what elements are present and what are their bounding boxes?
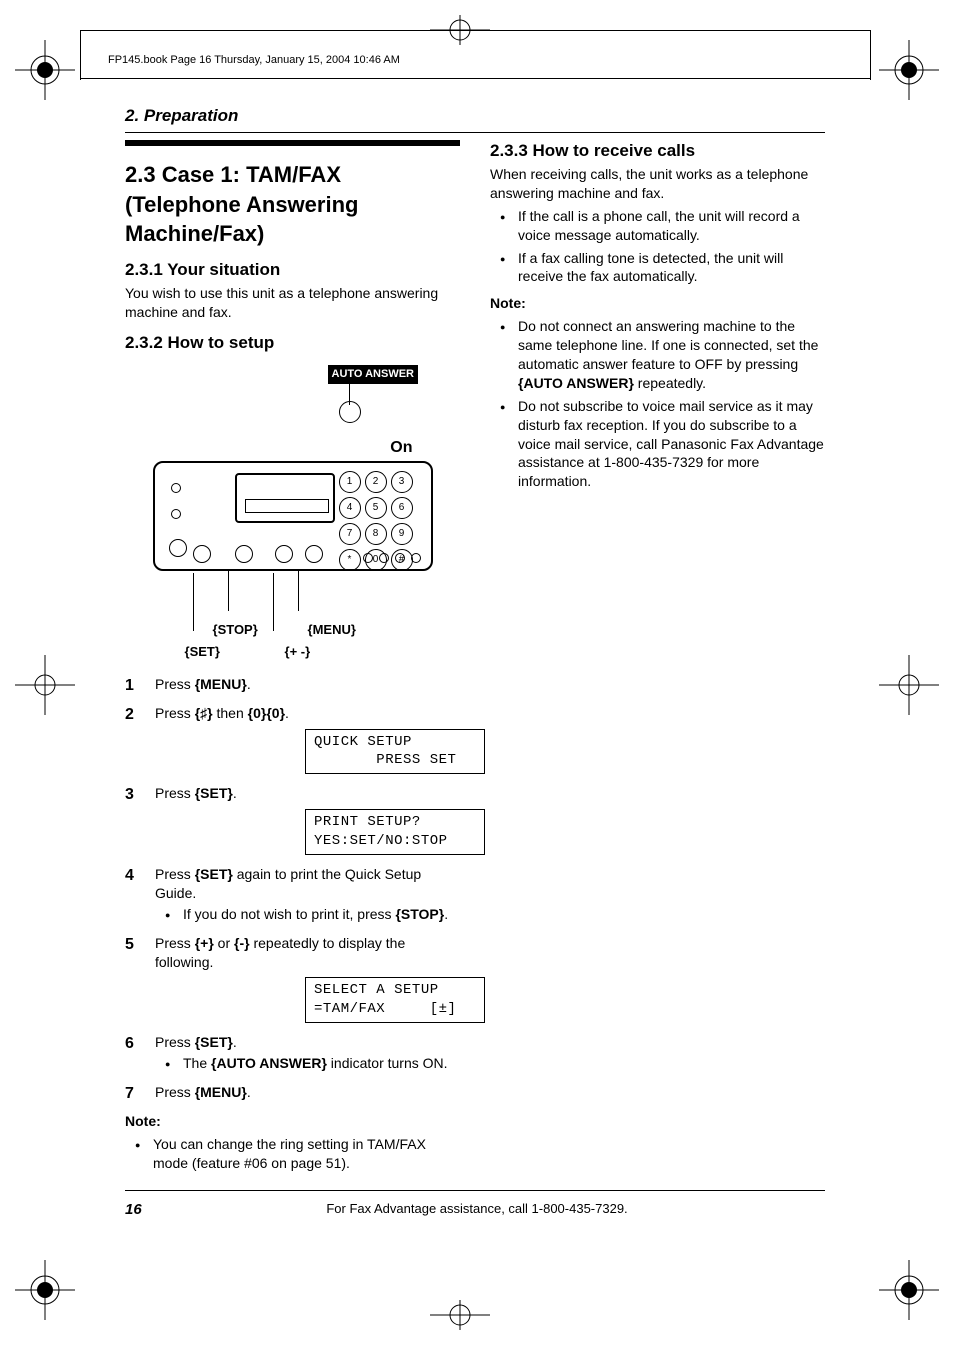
- section-title: 2.3 Case 1: TAM/FAX (Telephone Answering…: [125, 160, 460, 249]
- lcd-display: PRINT SETUP? YES:SET/NO:STOP: [305, 809, 485, 855]
- keypad-key-icon: 9: [391, 523, 413, 545]
- crop-mark-icon: [879, 1260, 939, 1320]
- button-outline-icon: [305, 545, 323, 563]
- guide-line: [80, 78, 870, 79]
- keypad-key-icon: 5: [365, 497, 387, 519]
- lcd-display: SELECT A SETUP =TAM/FAX [±]: [305, 977, 485, 1023]
- keypad-key-icon: *: [339, 549, 361, 571]
- note-item: You can change the ring setting in TAM/F…: [153, 1135, 460, 1173]
- step-item: Press MENU.: [125, 675, 460, 694]
- indicator-bulb-icon: [339, 401, 361, 423]
- crop-mark-icon: [879, 40, 939, 100]
- guide-line: [80, 30, 81, 80]
- crop-mark-icon: [15, 40, 75, 100]
- body-text: When receiving calls, the unit works as …: [490, 165, 825, 203]
- note-item: Do not connect an answering machine to t…: [518, 317, 825, 393]
- crop-mark-icon: [430, 1300, 490, 1330]
- bullet-item: If the call is a phone call, the unit wi…: [518, 207, 825, 245]
- button-outline-icon: [275, 545, 293, 563]
- setup-steps: Press MENU. Press ♯ then 00.QUICK SETUP P…: [125, 675, 460, 1102]
- figure-label-auto-answer: AUTO ANSWER: [328, 365, 419, 384]
- subsection-title: 2.3.2 How to setup: [125, 332, 460, 355]
- body-text: You wish to use this unit as a telephone…: [125, 284, 460, 322]
- left-column: 2.3 Case 1: TAM/FAX (Telephone Answering…: [125, 140, 460, 1177]
- step-item: Press SET.The AUTO ANSWER indicator turn…: [125, 1033, 460, 1073]
- subsection-title: 2.3.3 How to receive calls: [490, 140, 825, 163]
- device-screen-icon: [235, 473, 335, 523]
- button-outline-icon: [171, 509, 181, 519]
- leader-line: [298, 571, 299, 611]
- subsection-title: 2.3.1 Your situation: [125, 259, 460, 282]
- step-item: Press + or - repeatedly to display the f…: [125, 934, 460, 1024]
- section-bar: [125, 140, 460, 146]
- bullet-item: If a fax calling tone is detected, the u…: [518, 249, 825, 287]
- figure-label-on: On: [390, 437, 412, 459]
- keypad-key-icon: 1: [339, 471, 361, 493]
- figure-label-plus-minus: {+ -}: [285, 643, 311, 661]
- button-outline-icon: [171, 483, 181, 493]
- footer-divider: [125, 1190, 825, 1191]
- crop-mark-icon: [15, 1260, 75, 1320]
- leader-line: [193, 573, 194, 631]
- figure-label-stop: {STOP}: [213, 621, 258, 639]
- button-row-icon: [363, 553, 421, 563]
- button-outline-icon: [169, 539, 187, 557]
- step-item: Press ♯ then 00.QUICK SETUP PRESS SET: [125, 704, 460, 775]
- guide-line: [870, 30, 871, 80]
- note-heading: Note:: [490, 294, 825, 313]
- guide-line: [80, 30, 870, 31]
- leader-line: [228, 571, 229, 611]
- note-item: Do not subscribe to voice mail service a…: [518, 397, 825, 491]
- button-outline-icon: [235, 545, 253, 563]
- keypad-key-icon: 3: [391, 471, 413, 493]
- keypad-key-icon: 2: [365, 471, 387, 493]
- figure-label-set: {SET}: [185, 643, 220, 661]
- keypad-key-icon: 6: [391, 497, 413, 519]
- right-column: 2.3.3 How to receive calls When receivin…: [490, 140, 825, 1177]
- crop-mark-icon: [879, 655, 939, 715]
- leader-line: [273, 573, 274, 631]
- chapter-title: 2. Preparation: [125, 105, 825, 133]
- crop-mark-icon: [15, 655, 75, 715]
- step-item: Press MENU.: [125, 1083, 460, 1102]
- step-item: Press SET.PRINT SETUP? YES:SET/NO:STOP: [125, 784, 460, 855]
- device-figure: AUTO ANSWER On 123456789*0#: [143, 361, 443, 661]
- figure-label-menu: {MENU}: [308, 621, 356, 639]
- lcd-display: QUICK SETUP PRESS SET: [305, 729, 485, 775]
- note-heading: Note:: [125, 1112, 460, 1131]
- sub-bullet: The AUTO ANSWER indicator turns ON.: [183, 1054, 460, 1073]
- keypad-key-icon: 8: [365, 523, 387, 545]
- print-meta: FP145.book Page 16 Thursday, January 15,…: [108, 53, 400, 68]
- sub-bullet: If you do not wish to print it, press ST…: [183, 905, 460, 924]
- step-item: Press SET again to print the Quick Setup…: [125, 865, 460, 924]
- fax-device-icon: 123456789*0#: [153, 461, 433, 571]
- keypad-key-icon: 4: [339, 497, 361, 519]
- keypad-key-icon: 7: [339, 523, 361, 545]
- button-outline-icon: [193, 545, 211, 563]
- footer-text: For Fax Advantage assistance, call 1-800…: [0, 1200, 954, 1218]
